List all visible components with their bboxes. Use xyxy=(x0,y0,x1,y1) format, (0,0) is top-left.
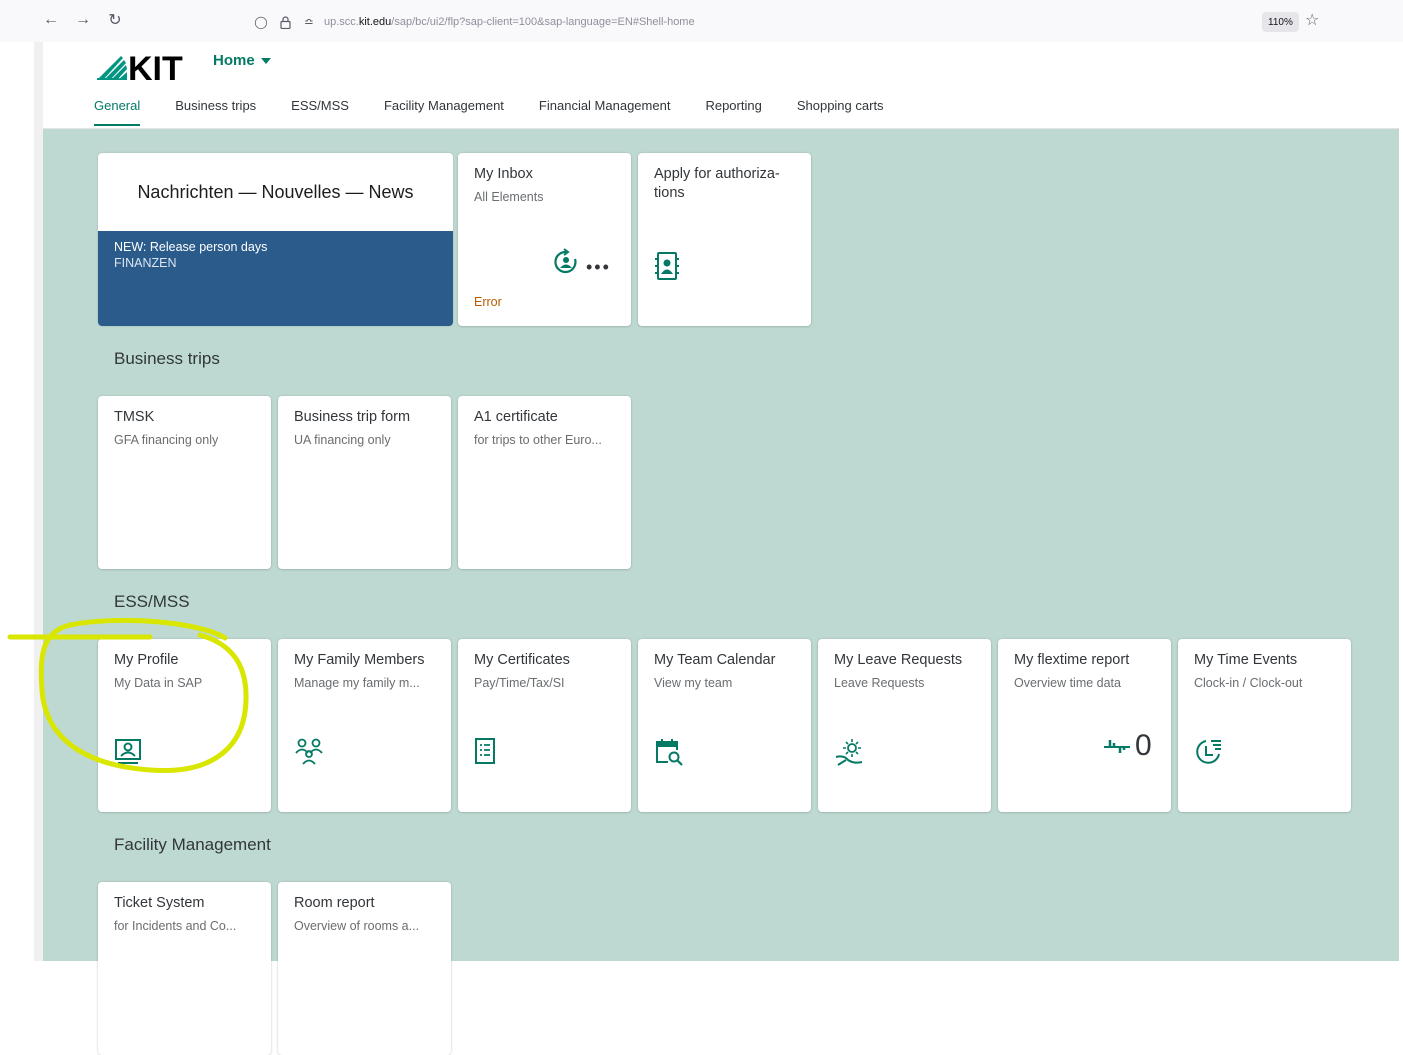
tab-facility-management[interactable]: Facility Management xyxy=(384,98,504,126)
left-edge xyxy=(34,42,43,961)
tile-title: My Leave Requests xyxy=(834,652,963,668)
tile-subtitle: for Incidents and Co... xyxy=(114,919,237,933)
shell-header: KIT Home General Business trips ESS/MSS … xyxy=(43,42,1399,129)
tile-a1-certificate[interactable]: A1 certificate for trips to other Euro..… xyxy=(458,396,631,569)
address-book-icon xyxy=(654,251,679,280)
tile-apply-authorizations[interactable]: Apply for authoriza-tions xyxy=(638,153,811,326)
inbox-refresh-icon xyxy=(551,247,581,282)
shield-icon[interactable]: ◯ xyxy=(252,13,270,31)
tile-subtitle: UA financing only xyxy=(294,433,391,447)
lock-icon[interactable] xyxy=(276,13,294,31)
tile-title: My Inbox xyxy=(474,166,533,182)
tile-business-trip-form[interactable]: Business trip form UA financing only xyxy=(278,396,451,569)
employee-icon xyxy=(114,737,141,765)
tile-subtitle: Overview of rooms a... xyxy=(294,919,420,933)
section-title-business-trips: Business trips xyxy=(114,349,220,368)
launchpad-content: Nachrichten — Nouvelles — News NEW: Rele… xyxy=(43,129,1399,1055)
news-item-title: NEW: Release person days xyxy=(114,240,268,254)
home-label: Home xyxy=(213,52,255,69)
tile-subtitle: All Elements xyxy=(474,190,544,204)
family-icon xyxy=(294,737,323,765)
tile-subtitle: Pay/Time/Tax/SI xyxy=(474,676,565,690)
tile-title: Apply for authoriza-tions xyxy=(654,166,780,201)
tile-title: My Team Calendar xyxy=(654,652,776,668)
back-arrow-icon[interactable]: ← xyxy=(40,9,62,31)
tab-business-trips[interactable]: Business trips xyxy=(175,98,256,126)
tile-title: My Time Events xyxy=(1194,652,1298,668)
document-list-icon xyxy=(474,737,498,765)
time-entry-icon xyxy=(1194,737,1221,765)
tile-title: Room report xyxy=(294,895,375,911)
tile-my-leave-requests[interactable]: My Leave Requests Leave Requests xyxy=(818,639,991,812)
section-title-facility-management: Facility Management xyxy=(114,835,271,854)
tile-subtitle: Overview time data xyxy=(1014,676,1121,690)
section-tabs: General Business trips ESS/MSS Facility … xyxy=(94,98,919,126)
tile-subtitle: My Data in SAP xyxy=(114,676,203,690)
tile-subtitle: Manage my family m... xyxy=(294,676,420,690)
loading-dots: ••• xyxy=(586,257,611,277)
permissions-icon[interactable]: ≏ xyxy=(300,13,318,31)
tile-my-profile[interactable]: My Profile My Data in SAP xyxy=(98,639,271,812)
tile-status-error: Error xyxy=(474,295,502,309)
tile-subtitle: for trips to other Euro... xyxy=(474,433,602,447)
url-prefix: up.scc. xyxy=(324,16,359,28)
tile-my-family-members[interactable]: My Family Members Manage my family m... xyxy=(278,639,451,812)
calendar-search-icon xyxy=(654,737,683,766)
logo-text: KIT xyxy=(128,50,183,84)
tile-my-time-events[interactable]: My Time Events Clock-in / Clock-out xyxy=(1178,639,1351,812)
reload-icon[interactable]: ↻ xyxy=(104,9,126,31)
kit-logo[interactable]: KIT xyxy=(95,48,185,88)
vacation-icon xyxy=(834,737,863,766)
news-item[interactable]: NEW: Release person days FINANZEN xyxy=(98,231,453,326)
news-item-subtitle: FINANZEN xyxy=(114,256,177,270)
tab-reporting[interactable]: Reporting xyxy=(705,98,761,126)
tile-subtitle: Leave Requests xyxy=(834,676,925,690)
tile-my-team-calendar[interactable]: My Team Calendar View my team xyxy=(638,639,811,812)
tile-number: 0 xyxy=(1135,729,1152,762)
section-title-ess-mss: ESS/MSS xyxy=(114,592,190,611)
url-host: kit.edu xyxy=(358,16,392,28)
home-menu-button[interactable]: Home xyxy=(213,52,271,69)
tile-title: My flextime report xyxy=(1014,652,1130,668)
zoom-level-button[interactable]: 110% xyxy=(1262,12,1299,32)
forward-arrow-icon[interactable]: → xyxy=(72,9,94,31)
tile-subtitle: Clock-in / Clock-out xyxy=(1194,676,1303,690)
tile-tmsk[interactable]: TMSK GFA financing only xyxy=(98,396,271,569)
tile-title: A1 certificate xyxy=(474,409,558,425)
tile-title: Business trip form xyxy=(294,409,411,425)
tile-my-certificates[interactable]: My Certificates Pay/Time/Tax/SI xyxy=(458,639,631,812)
tile-title: Ticket System xyxy=(114,895,205,911)
tile-title: My Family Members xyxy=(294,652,425,668)
tile-ticket-system[interactable]: Ticket System for Incidents and Co... xyxy=(98,882,271,1055)
address-bar[interactable]: ◯ ≏ up.scc. kit.edu/sap/bc/ui2/flp?sap-cl… xyxy=(252,10,1330,34)
news-header: Nachrichten — Nouvelles — News xyxy=(137,181,414,202)
caret-down-icon xyxy=(260,57,271,64)
tile-title: TMSK xyxy=(114,409,155,425)
tile-subtitle: GFA financing only xyxy=(114,433,219,447)
browser-toolbar: ← → ↻ ◯ ≏ up.scc. kit.edu/sap/bc/ui2/flp?… xyxy=(0,0,1403,42)
tab-financial-management[interactable]: Financial Management xyxy=(539,98,671,126)
tab-general[interactable]: General xyxy=(94,98,141,126)
tab-ess-mss[interactable]: ESS/MSS xyxy=(291,98,349,126)
time-balance-icon xyxy=(1102,737,1132,762)
news-tile[interactable]: Nachrichten — Nouvelles — News NEW: Rele… xyxy=(98,153,453,326)
bookmark-star-icon[interactable]: ☆ xyxy=(1305,10,1319,30)
tile-my-inbox[interactable]: My Inbox All Elements ••• Error xyxy=(458,153,631,326)
url-path: /sap/bc/ui2/flp?sap-client=100&sap-langu… xyxy=(391,16,695,28)
tile-title: My Profile xyxy=(114,652,179,668)
tab-shopping-carts[interactable]: Shopping carts xyxy=(797,98,884,126)
tile-room-report[interactable]: Room report Overview of rooms a... xyxy=(278,882,451,1055)
tile-subtitle: View my team xyxy=(654,676,733,690)
tile-title: My Certificates xyxy=(474,652,570,668)
tile-my-flextime-report[interactable]: My flextime report Overview time data 0 xyxy=(998,639,1171,812)
